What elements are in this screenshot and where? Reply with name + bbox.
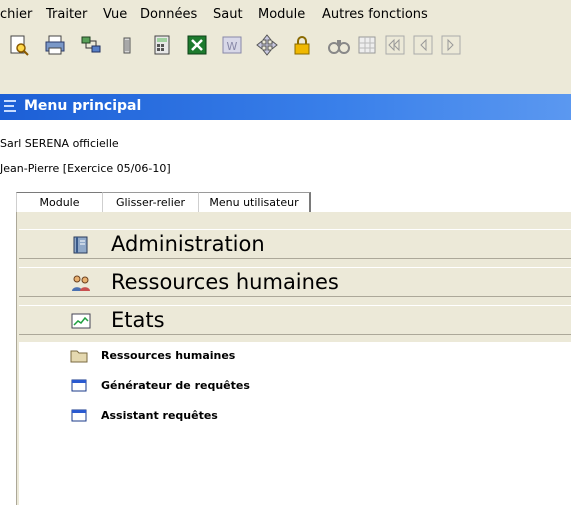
module-label: Etats [111,308,165,332]
binoculars-icon[interactable] [328,34,350,56]
user-exercise: Jean-Pierre [Exercice 05/06-10] [0,162,171,175]
module-etats[interactable]: Etats [19,305,571,335]
folder-icon [70,350,88,363]
first-record-icon[interactable] [384,34,406,56]
word-icon[interactable]: W [221,34,243,56]
excel-icon[interactable] [186,34,208,56]
menu-traiter[interactable]: Traiter [46,7,87,22]
tab-glisser-relier[interactable]: Glisser-relier [102,192,200,212]
module-label: Ressources humaines [111,270,339,294]
svg-text:W: W [227,40,238,53]
menu-donnees[interactable]: Données [140,7,197,22]
trash-icon[interactable] [116,34,138,56]
window-title: Menu principal [24,98,142,114]
tab-menu-utilisateur[interactable]: Menu utilisateur [198,192,311,212]
lock-icon[interactable] [291,34,313,56]
list-item-label: Ressources humaines [101,349,236,362]
list-item-label: Assistant requêtes [101,409,218,422]
book-icon [73,236,88,254]
list-item[interactable]: Ressources humaines [19,345,571,367]
menu-saut[interactable]: Saut [213,7,243,22]
menu-autres-fonctions[interactable]: Autres fonctions [322,7,428,22]
people-icon [72,275,90,291]
tab-label: Glisser-relier [115,196,186,209]
calculator-icon[interactable] [151,34,173,56]
submenu-list: Ressources humaines Générateur de requêt… [19,342,571,505]
network-icon[interactable] [80,34,102,56]
next-record-icon[interactable] [440,34,462,56]
menu-icon [4,100,16,112]
previous-record-icon[interactable] [412,34,434,56]
menu-module[interactable]: Module [258,7,305,22]
chart-icon [71,313,91,329]
module-panel: Administration Ressources humaines Etats… [16,212,571,505]
list-item-label: Générateur de requêtes [101,379,250,392]
print-preview-icon[interactable] [8,34,30,56]
module-administration[interactable]: Administration [19,229,571,259]
list-item[interactable]: Assistant requêtes [19,405,571,427]
window-icon [71,379,87,392]
list-item[interactable]: Générateur de requêtes [19,375,571,397]
tab-label: Module [39,196,80,209]
print-icon[interactable] [44,34,66,56]
toolbar: W [0,30,571,62]
module-label: Administration [111,232,265,256]
menu-bar: chier Traiter Vue Données Saut Module Au… [0,0,571,30]
menu-vue[interactable]: Vue [103,7,127,22]
window-title-bar[interactable]: Menu principal [0,94,571,120]
menu-fichier[interactable]: chier [0,7,32,22]
window-icon [71,409,87,422]
grid-icon[interactable] [356,34,378,56]
tab-module[interactable]: Module [16,192,104,212]
company-name: Sarl SERENA officielle [0,137,119,150]
tab-label: Menu utilisateur [209,196,299,209]
module-ressources-humaines[interactable]: Ressources humaines [19,267,571,297]
move-icon[interactable] [256,34,278,56]
